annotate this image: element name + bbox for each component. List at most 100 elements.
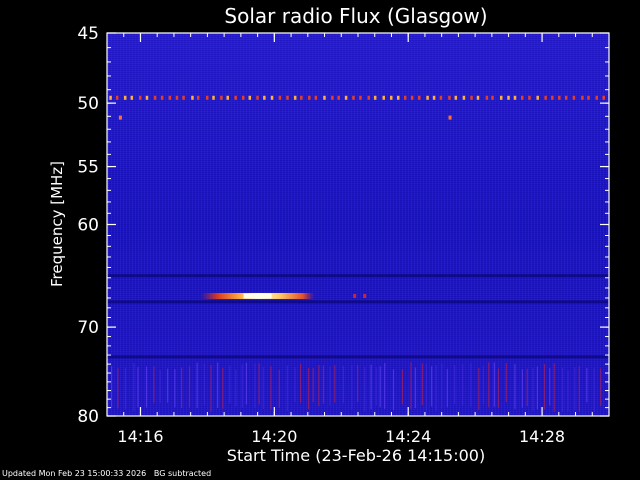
x-tick-label: 14:16 <box>117 427 163 446</box>
streak <box>174 368 176 408</box>
streak <box>137 367 139 408</box>
streak <box>574 367 576 411</box>
y-axis-label: Frequency [MHz] <box>48 161 66 287</box>
streak <box>526 368 528 407</box>
interference-dot <box>175 95 179 100</box>
streak <box>379 366 381 408</box>
interference-dot <box>382 95 385 100</box>
interference-dot <box>602 95 605 100</box>
x-tick-label: 14:28 <box>519 427 565 446</box>
interference-dot <box>572 95 576 100</box>
streak <box>478 367 480 410</box>
streak <box>307 367 310 410</box>
streak <box>375 366 377 406</box>
interference-dot <box>587 95 590 100</box>
streak <box>312 367 314 403</box>
interference-dot <box>191 95 194 100</box>
interference-dot <box>248 95 252 100</box>
streak <box>493 362 495 407</box>
streak <box>196 362 198 409</box>
interference-dot <box>130 95 134 100</box>
interference-dot <box>476 95 480 100</box>
streak <box>364 366 366 412</box>
streak <box>462 364 464 406</box>
y-tick-label: 70 <box>77 318 99 338</box>
y-tick-label: 50 <box>77 94 99 114</box>
streak <box>549 368 551 406</box>
interference-dot <box>581 95 584 100</box>
streak <box>536 366 539 410</box>
interference-dot <box>513 95 517 100</box>
streak <box>392 369 395 411</box>
streak <box>294 367 296 403</box>
streak <box>262 366 264 410</box>
streak <box>357 365 359 403</box>
streak <box>435 365 437 412</box>
streak <box>600 368 602 406</box>
streak <box>278 369 280 409</box>
interference-dot <box>485 95 489 100</box>
y-tick-label: 60 <box>77 216 99 236</box>
streak <box>370 364 372 410</box>
radio-burst-peak <box>243 293 272 299</box>
interference-dot <box>212 95 215 100</box>
interference-dot <box>454 95 458 100</box>
interference-dot <box>205 95 209 100</box>
streak <box>488 362 490 408</box>
interference-dot <box>426 95 429 100</box>
interference-dot <box>138 95 142 100</box>
streak <box>351 365 353 410</box>
interference-dot <box>410 95 414 100</box>
bg-subtracted-note: BG subtracted <box>153 469 212 478</box>
interference-dot <box>418 95 421 100</box>
streak <box>258 363 260 405</box>
interference-dot <box>123 95 127 100</box>
streak <box>567 370 569 412</box>
streak <box>543 364 546 410</box>
interference-dot <box>491 95 494 100</box>
streak <box>586 367 588 403</box>
streak <box>342 365 345 404</box>
emission-spot <box>448 115 452 120</box>
chart-title: Solar radio Flux (Glasgow) <box>224 4 487 28</box>
interference-dot <box>595 95 599 100</box>
streak <box>454 365 456 405</box>
streak <box>446 368 448 408</box>
updated-timestamp: Updated Mon Feb 23 15:00:33 2026 <box>2 469 147 478</box>
streak <box>153 366 155 403</box>
interference-dot <box>160 95 164 100</box>
interference-dot <box>314 95 318 100</box>
spectrogram-chart: Solar radio Flux (Glasgow) 455055607080 … <box>48 4 610 465</box>
interference-dot <box>153 95 157 100</box>
streak <box>561 367 564 412</box>
interference-dot <box>270 95 274 100</box>
streak <box>414 367 416 409</box>
streak <box>553 363 555 412</box>
interference-dot <box>536 95 539 100</box>
interference-dot <box>241 95 245 100</box>
streak <box>384 363 386 409</box>
interference-dot <box>220 95 223 100</box>
interference-dot <box>432 95 436 100</box>
streak <box>217 362 219 408</box>
streak <box>497 368 500 408</box>
x-axis-label: Start Time (23-Feb-26 14:15:00) <box>227 446 485 465</box>
emission-spot <box>353 293 357 298</box>
interference-dot <box>352 95 355 100</box>
streak <box>254 363 256 408</box>
interference-dot <box>373 95 377 100</box>
emission-spot <box>118 115 122 120</box>
interference-dot <box>263 95 266 100</box>
interference-dot <box>564 95 568 100</box>
streak <box>167 368 169 403</box>
streak <box>532 367 534 411</box>
streak <box>222 368 224 409</box>
streak <box>322 365 325 404</box>
spectrogram-texture-horizontal <box>107 33 609 416</box>
interference-dot <box>256 95 259 100</box>
streak <box>410 362 412 409</box>
streak <box>521 369 523 408</box>
interference-dot <box>470 95 473 100</box>
interference-dot <box>448 95 451 100</box>
y-tick-label: 45 <box>77 24 99 44</box>
